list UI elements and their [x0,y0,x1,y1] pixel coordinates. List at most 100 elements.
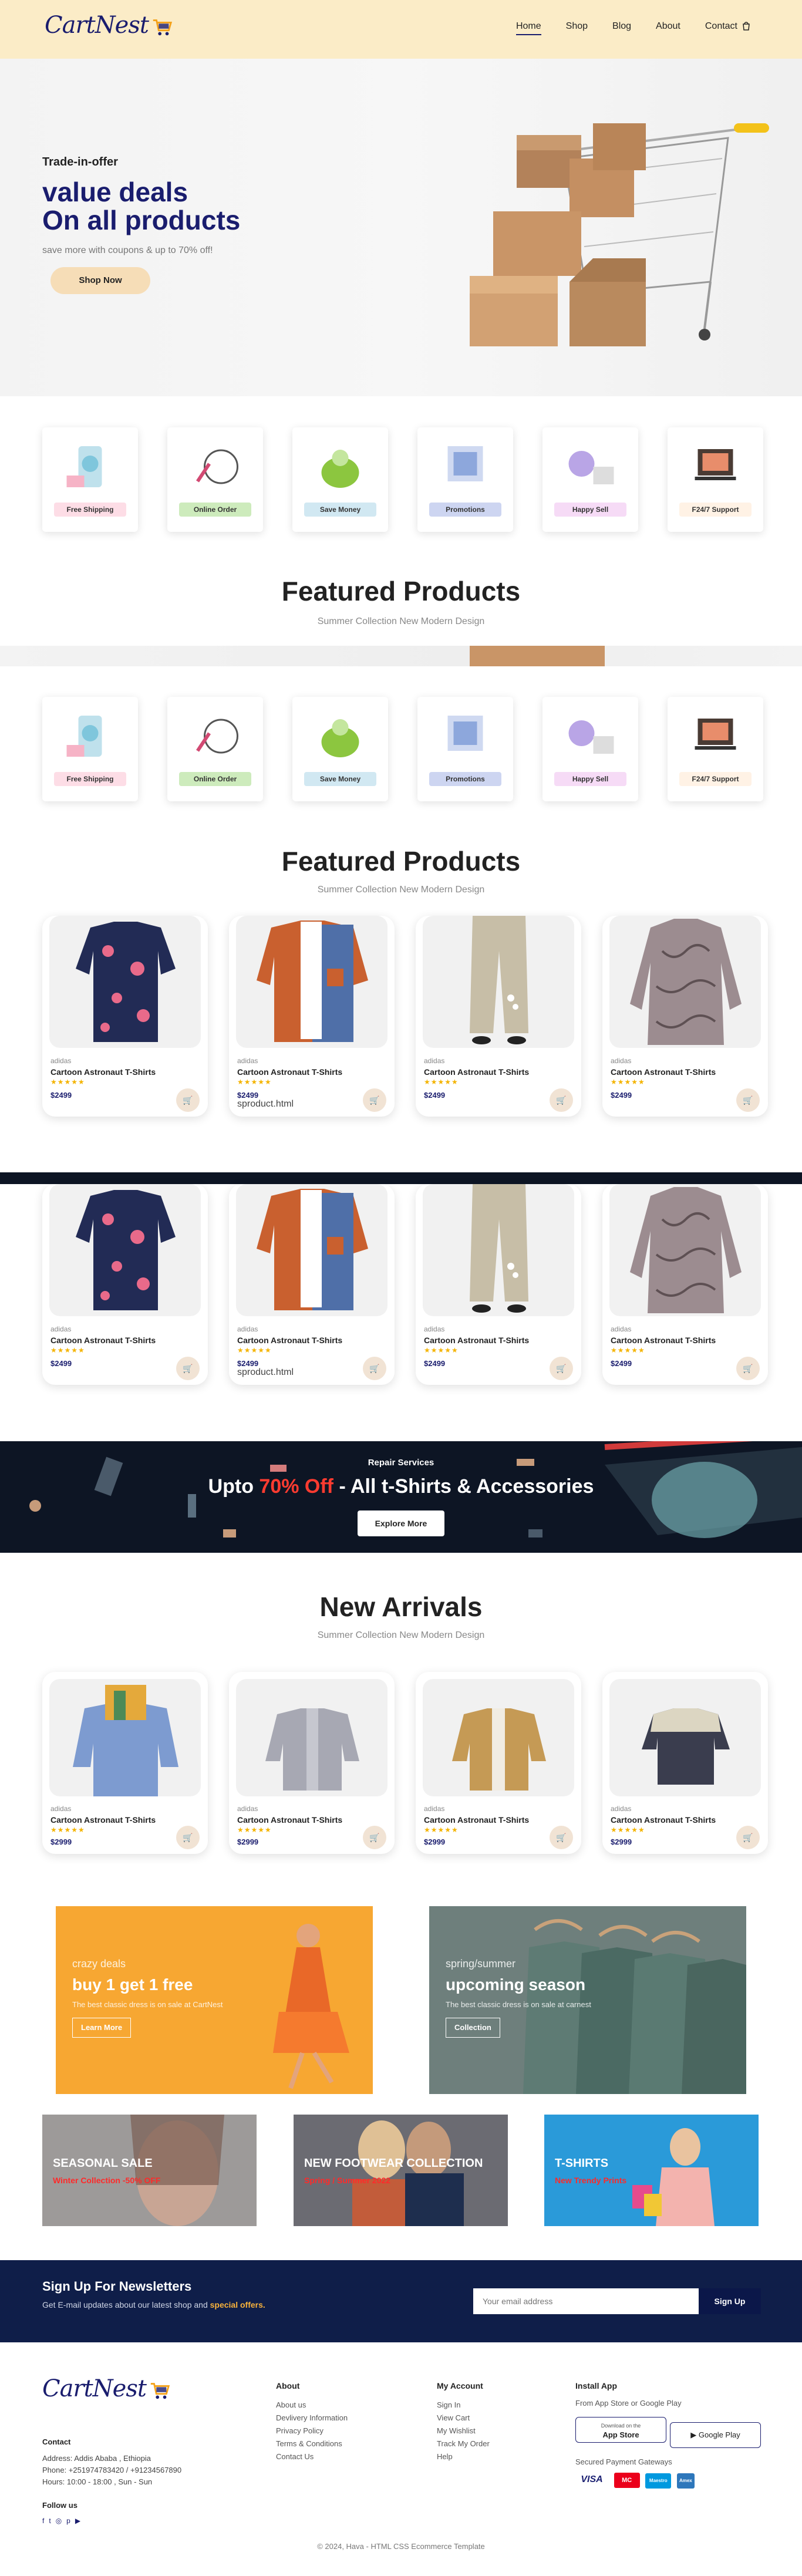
footer-link[interactable]: Track My Order [437,2437,490,2450]
product-name[interactable]: Cartoon Astronaut T-Shirts [237,1067,342,1077]
product-name[interactable]: Cartoon Astronaut T-Shirts [237,1336,342,1345]
feature-label: Free Shipping [54,772,126,786]
feature-card[interactable]: Promotions [417,427,513,532]
email-input[interactable] [473,2288,699,2314]
add-to-cart-icon[interactable]: 🛒 [550,1357,573,1380]
feature-card[interactable]: Online Order [167,697,263,801]
add-to-cart-icon[interactable]: 🛒 [363,1357,386,1380]
product-name[interactable]: Cartoon Astronaut T-Shirts [50,1815,156,1825]
footer-link[interactable]: Help [437,2450,490,2463]
footer-link[interactable]: Terms & Conditions [276,2437,348,2450]
feature-card[interactable]: Promotions [417,697,513,801]
product-name[interactable]: Cartoon Astronaut T-Shirts [424,1336,529,1345]
product-card[interactable]: adidas Cartoon Astronaut T-Shirts ★★★★★ … [602,1672,768,1854]
product-name[interactable]: Cartoon Astronaut T-Shirts [237,1815,342,1825]
product-name[interactable]: Cartoon Astronaut T-Shirts [50,1336,156,1345]
product-card[interactable]: adidas Cartoon Astronaut T-Shirts ★★★★★ … [602,916,768,1117]
shop-now-button[interactable]: Shop Now [50,267,150,294]
feature-card[interactable]: Happy Sell [542,697,638,801]
product-card[interactable]: adidas Cartoon Astronaut T-Shirts ★★★★★ … [42,1184,208,1385]
footer-link[interactable]: Privacy Policy [276,2425,348,2437]
instagram-icon[interactable]: ◎ [56,2515,62,2527]
product-card[interactable]: adidas Cartoon Astronaut T-Shirts ★★★★★ … [229,1672,395,1854]
promotions-illustration-icon [447,446,483,481]
product-name[interactable]: Cartoon Astronaut T-Shirts [611,1815,716,1825]
contact-hours: Hours: 10:00 - 18:00 , Sun - Sun [42,2477,153,2486]
product-name[interactable]: Cartoon Astronaut T-Shirts [424,1067,529,1077]
footer-link[interactable]: My Wishlist [437,2425,490,2437]
explore-more-button[interactable]: Explore More [358,1510,444,1536]
sign-up-button[interactable]: Sign Up [699,2288,761,2314]
social-icons: f t ◎ p ▶ [42,2515,181,2527]
product-image [49,1679,201,1796]
footer-link[interactable]: About us [276,2399,348,2412]
bag-icon[interactable] [742,21,750,33]
feature-card[interactable]: F24/7 Support [668,427,763,532]
featured-title: Featured Products [281,576,521,606]
promo-headline-post: - All t-Shirts & Accessories [333,1475,594,1498]
product-name[interactable]: Cartoon Astronaut T-Shirts [424,1815,529,1825]
nav-blog[interactable]: Blog [612,21,631,32]
feature-card[interactable]: Free Shipping [42,427,138,532]
add-to-cart-icon[interactable]: 🛒 [176,1826,200,1849]
hero-banner: Trade-in-offer value deals On all produc… [0,59,802,396]
product-link-text[interactable]: sproduct.html [237,1099,294,1110]
product-card[interactable]: adidas Cartoon Astronaut T-Shirts ★★★★★ … [229,916,395,1117]
product-name[interactable]: Cartoon Astronaut T-Shirts [50,1067,156,1077]
product-card[interactable]: adidas Cartoon Astronaut T-Shirts ★★★★★ … [229,1184,395,1385]
feature-card[interactable]: Save Money [292,697,388,801]
nav-contact[interactable]: Contact [705,21,737,32]
footer-link[interactable]: Contact Us [276,2450,348,2463]
facebook-icon[interactable]: f [42,2515,44,2527]
add-to-cart-icon[interactable]: 🛒 [363,1088,386,1112]
product-card[interactable]: adidas Cartoon Astronaut T-Shirts ★★★★★ … [42,1672,208,1854]
product-price: $2999 [424,1837,446,1846]
feature-card[interactable]: Save Money [292,427,388,532]
product-card[interactable]: adidas Cartoon Astronaut T-Shirts ★★★★★ … [416,1184,581,1385]
logo[interactable]: CartNest [45,12,173,39]
footer-link[interactable]: Devlivery Information [276,2412,348,2425]
add-to-cart-icon[interactable]: 🛒 [550,1088,573,1112]
product-card[interactable]: adidas Cartoon Astronaut T-Shirts ★★★★★ … [416,916,581,1117]
feature-card[interactable]: Online Order [167,427,263,532]
feature-label: Save Money [304,772,376,786]
banner-title: buy 1 get 1 free [72,1975,193,1994]
feature-card[interactable]: Free Shipping [42,697,138,801]
learn-more-button[interactable]: Learn More [72,2018,132,2038]
online-order-illustration-icon [196,719,238,754]
nav-about[interactable]: About [656,21,680,32]
promo-headline: Upto 70% Off - All t-Shirts & Accessorie… [0,1475,802,1498]
product-name[interactable]: Cartoon Astronaut T-Shirts [611,1336,716,1345]
collection-button[interactable]: Collection [446,2018,500,2038]
add-to-cart-icon[interactable]: 🛒 [176,1088,200,1112]
add-to-cart-icon[interactable]: 🛒 [736,1357,760,1380]
features-row: Free Shipping Online Order Save Money Pr… [42,697,763,801]
app-store-button[interactable]: Download on the App Store [575,2417,666,2443]
pinterest-icon[interactable]: p [66,2515,70,2527]
product-card[interactable]: adidas Cartoon Astronaut T-Shirts ★★★★★ … [42,916,208,1117]
footer-link[interactable]: View Cart [437,2412,490,2425]
feature-card[interactable]: F24/7 Support [668,697,763,801]
add-to-cart-icon[interactable]: 🛒 [736,1088,760,1112]
add-to-cart-icon[interactable]: 🛒 [736,1826,760,1849]
google-play-button[interactable]: ▶ Google Play [670,2422,761,2448]
add-to-cart-icon[interactable]: 🛒 [550,1826,573,1849]
product-link-text[interactable]: sproduct.html [237,1367,294,1378]
banner-crazy-deals: crazy deals buy 1 get 1 free The best cl… [56,1906,373,2094]
product-price: $2499 [611,1091,632,1100]
nav-home[interactable]: Home [515,21,541,35]
product-card[interactable]: adidas Cartoon Astronaut T-Shirts ★★★★★ … [602,1184,768,1385]
nav-shop[interactable]: Shop [566,21,588,32]
feature-label: Save Money [304,503,376,517]
product-card[interactable]: adidas Cartoon Astronaut T-Shirts ★★★★★ … [416,1672,581,1854]
amex-icon: Amex [676,2473,695,2489]
feature-card[interactable]: Happy Sell [542,427,638,532]
shopping-cart-boxes-image [470,123,769,346]
add-to-cart-icon[interactable]: 🛒 [176,1357,200,1380]
youtube-icon[interactable]: ▶ [75,2515,80,2527]
product-name[interactable]: Cartoon Astronaut T-Shirts [611,1067,716,1077]
footer-link[interactable]: Sign In [437,2399,490,2412]
twitter-icon[interactable]: t [49,2515,50,2527]
footer-logo[interactable]: CartNest [42,2375,171,2402]
add-to-cart-icon[interactable]: 🛒 [363,1826,386,1849]
